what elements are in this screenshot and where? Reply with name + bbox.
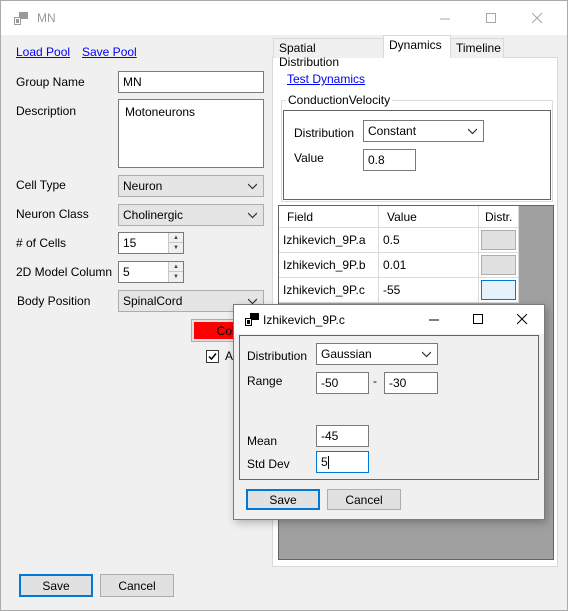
dialog-distribution-label: Distribution	[247, 349, 308, 363]
app-icon	[14, 12, 28, 25]
cell-type-value: Neuron	[123, 179, 163, 193]
spin-up-icon[interactable]: ▲	[169, 233, 183, 243]
model-column-spin-buttons: ▲ ▼	[168, 262, 183, 282]
neuron-class-value: Cholinergic	[123, 208, 184, 222]
chevron-down-icon	[248, 183, 257, 190]
model-column-value: 5	[123, 265, 130, 279]
dialog-title-bar[interactable]: Izhikevich_9P.c	[234, 305, 544, 334]
group-name-field[interactable]: MN	[118, 71, 264, 93]
tab-dynamics[interactable]: Dynamics	[383, 35, 451, 58]
dialog-app-icon	[245, 313, 259, 326]
cv-distribution-value: Constant	[368, 124, 417, 138]
model-column-stepper[interactable]: 5 ▲ ▼	[118, 261, 184, 283]
chevron-down-icon	[422, 351, 431, 358]
group-name-label: Group Name	[16, 75, 85, 89]
chevron-down-icon	[468, 128, 477, 135]
cancel-button[interactable]: Cancel	[100, 574, 174, 597]
close-button[interactable]	[514, 2, 560, 35]
chevron-down-icon	[248, 212, 257, 219]
grid-row-field[interactable]: Izhikevich_9P.a	[279, 228, 379, 253]
std-dev-field[interactable]: 5	[316, 451, 369, 473]
dialog-distribution-value: Gaussian	[321, 347, 372, 361]
model-column-label: 2D Model Column	[16, 265, 113, 279]
mean-field[interactable]: -45	[316, 425, 369, 447]
description-field[interactable]: Motoneurons	[118, 99, 264, 168]
grid-row-distr	[479, 228, 519, 253]
window-title: MN	[37, 11, 56, 25]
cv-value-label: Value	[294, 151, 324, 165]
auto-checkbox[interactable]	[206, 350, 219, 363]
close-icon	[516, 314, 527, 325]
save-button[interactable]: Save	[19, 574, 93, 597]
grid-row-field[interactable]: Izhikevich_9P.c	[279, 278, 379, 303]
grid-row-distr	[479, 253, 519, 278]
grid-row-value[interactable]: -55	[379, 278, 479, 303]
body-position-label: Body Position	[17, 294, 91, 308]
title-bar[interactable]: MN	[1, 1, 567, 35]
grid-row-value[interactable]: 0.01	[379, 253, 479, 278]
minimize-icon	[428, 319, 439, 321]
close-icon	[531, 13, 542, 24]
minimize-button[interactable]	[422, 2, 468, 35]
neuron-class-select[interactable]: Cholinergic	[118, 204, 264, 226]
range-max-field[interactable]: -30	[384, 372, 438, 394]
dialog-minimize-button[interactable]	[412, 305, 456, 334]
neuron-class-label: Neuron Class	[16, 207, 89, 221]
text-cursor	[327, 456, 329, 470]
dialog-mean-label: Mean	[247, 434, 278, 448]
spin-up-icon[interactable]: ▲	[169, 262, 183, 272]
cell-type-label: Cell Type	[16, 178, 66, 192]
num-cells-value: 15	[123, 236, 137, 250]
cv-distribution-label: Distribution	[294, 126, 355, 140]
tab-spatial-distribution[interactable]: Spatial Distribution	[273, 38, 384, 69]
distr-button[interactable]	[481, 230, 516, 250]
range-min-field[interactable]: -50	[316, 372, 369, 394]
save-pool-link[interactable]: Save Pool	[82, 45, 137, 59]
distr-button[interactable]	[481, 255, 516, 275]
num-cells-spin-buttons: ▲ ▼	[168, 233, 183, 253]
num-cells-stepper[interactable]: 15 ▲ ▼	[118, 232, 184, 254]
checkmark-icon	[208, 353, 217, 361]
dialog-save-button[interactable]: Save	[246, 489, 320, 510]
spin-down-icon[interactable]: ▼	[169, 272, 183, 282]
dialog-distribution-select[interactable]: Gaussian	[316, 343, 438, 365]
dialog-title: Izhikevich_9P.c	[263, 313, 345, 327]
grid-header-value: Value	[379, 206, 479, 228]
cv-value-field[interactable]: 0.8	[363, 149, 416, 171]
grid-header-distr: Distr.	[479, 206, 519, 228]
test-dynamics-link[interactable]: Test Dynamics	[287, 72, 365, 86]
cell-type-select[interactable]: Neuron	[118, 175, 264, 197]
grid-row-distr	[479, 278, 519, 303]
conduction-velocity-title: ConductionVelocity	[286, 93, 393, 107]
minimize-icon	[439, 18, 450, 20]
range-separator: -	[373, 374, 377, 388]
auto-checkbox-label: A	[225, 349, 234, 363]
load-pool-link[interactable]: Load Pool	[16, 45, 70, 59]
cv-distribution-select[interactable]: Constant	[363, 120, 484, 142]
body-position-value: SpinalCord	[123, 294, 183, 308]
grid-row-field[interactable]: Izhikevich_9P.b	[279, 253, 379, 278]
dialog-range-label: Range	[247, 374, 283, 388]
dialog-maximize-button[interactable]	[456, 305, 500, 334]
grid-row-value[interactable]: 0.5	[379, 228, 479, 253]
dialog-std-label: Std Dev	[247, 457, 290, 471]
description-label: Description	[16, 104, 77, 118]
maximize-icon	[485, 13, 496, 23]
dialog-close-button[interactable]	[500, 305, 544, 334]
std-dev-value: 5	[321, 455, 328, 469]
distr-button[interactable]	[481, 280, 516, 300]
spin-down-icon[interactable]: ▼	[169, 243, 183, 253]
num-cells-label: # of Cells	[16, 236, 67, 250]
maximize-button[interactable]	[468, 2, 514, 35]
dialog-cancel-button[interactable]: Cancel	[327, 489, 401, 510]
grid-header-field: Field	[279, 206, 379, 228]
maximize-icon	[472, 314, 483, 324]
tab-timeline[interactable]: Timeline	[450, 38, 504, 58]
